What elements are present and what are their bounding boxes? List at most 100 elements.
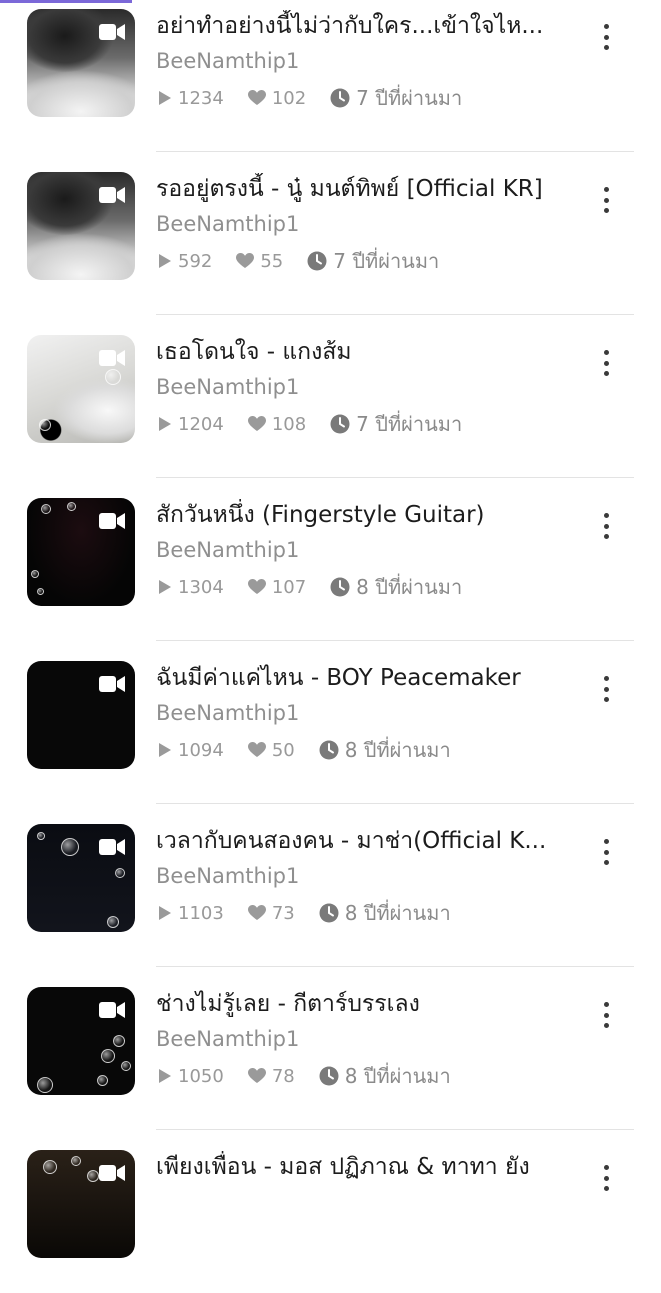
track-title[interactable]: สักวันหนึ่ง (Fingerstyle Guitar)	[156, 499, 566, 531]
track-stats: 592 55 7 ปีที่ผ่านมา	[158, 248, 439, 274]
heart-icon	[247, 579, 266, 594]
track-thumbnail[interactable]	[27, 661, 135, 769]
play-icon	[159, 743, 171, 757]
track-stats: 1204 108 7 ปีที่ผ่านมา	[158, 411, 462, 437]
track-item[interactable]: สักวันหนึ่ง (Fingerstyle Guitar) BeeNamt…	[0, 479, 661, 641]
track-thumbnail[interactable]	[27, 1150, 135, 1258]
track-title[interactable]: ช่างไม่รู้เลย - กีตาร์บรรเลง	[156, 988, 566, 1020]
track-item[interactable]: เธอโดนใจ - แกงส้ม BeeNamthip1 1204 108 7…	[0, 316, 661, 478]
upload-age: 8 ปีที่ผ่านมา	[344, 738, 451, 762]
track-thumbnail[interactable]	[27, 9, 135, 117]
track-author[interactable]: BeeNamthip1	[156, 46, 299, 76]
play-icon	[159, 1069, 171, 1083]
like-count: 108	[271, 413, 307, 435]
upload-age: 8 ปีที่ผ่านมา	[356, 575, 463, 599]
track-title[interactable]: อย่าทำอย่างนี้ไม่ว่ากับใคร...เข้าใจไห...	[156, 10, 566, 42]
track-stats: 1094 50 8 ปีที่ผ่านมา	[158, 737, 451, 763]
divider	[156, 151, 634, 152]
track-item[interactable]: เพียงเพื่อน - มอส ปฏิภาณ & ทาทา ยัง	[0, 1131, 661, 1293]
track-thumbnail[interactable]	[27, 335, 135, 443]
divider	[156, 477, 634, 478]
video-camera-icon	[99, 1165, 125, 1181]
divider	[156, 1129, 634, 1130]
clock-icon	[330, 577, 350, 597]
play-count: 592	[178, 250, 213, 272]
clock-icon	[319, 903, 339, 923]
clock-icon	[330, 414, 350, 434]
track-title[interactable]: รออยู่ตรงนี้ - นู๋ มนต์ทิพย์ [Official K…	[156, 173, 566, 205]
track-thumbnail[interactable]	[27, 172, 135, 280]
more-options-button[interactable]	[596, 1165, 616, 1191]
play-count: 1103	[178, 902, 224, 924]
heart-icon	[247, 742, 266, 757]
more-options-button[interactable]	[596, 187, 616, 213]
play-count: 1094	[178, 739, 224, 761]
track-author[interactable]: BeeNamthip1	[156, 1024, 299, 1054]
heart-icon	[247, 416, 266, 431]
more-options-button[interactable]	[596, 839, 616, 865]
track-item[interactable]: เวลากับคนสองคน - มาช่า(Official K... Bee…	[0, 805, 661, 967]
heart-icon	[247, 1068, 266, 1083]
track-thumbnail[interactable]	[27, 987, 135, 1095]
track-author[interactable]: BeeNamthip1	[156, 209, 299, 239]
track-title[interactable]: ฉันมีค่าแค่ไหน - BOY Peacemaker	[156, 662, 566, 694]
like-count: 78	[271, 1065, 295, 1087]
track-item[interactable]: รออยู่ตรงนี้ - นู๋ มนต์ทิพย์ [Official K…	[0, 153, 661, 315]
track-stats: 1234 102 7 ปีที่ผ่านมา	[158, 85, 462, 111]
heart-icon	[247, 905, 266, 920]
play-count: 1234	[178, 87, 224, 109]
upload-age: 7 ปีที่ผ่านมา	[333, 249, 440, 273]
video-camera-icon	[99, 1002, 125, 1018]
like-count: 50	[271, 739, 295, 761]
upload-age: 8 ปีที่ผ่านมา	[344, 1064, 451, 1088]
play-icon	[159, 906, 171, 920]
track-stats: 1103 73 8 ปีที่ผ่านมา	[158, 900, 451, 926]
track-author[interactable]: BeeNamthip1	[156, 535, 299, 565]
track-item[interactable]: ช่างไม่รู้เลย - กีตาร์บรรเลง BeeNamthip1…	[0, 968, 661, 1130]
like-count: 73	[271, 902, 295, 924]
play-icon	[159, 91, 171, 105]
more-options-button[interactable]	[596, 1002, 616, 1028]
track-item[interactable]: อย่าทำอย่างนี้ไม่ว่ากับใคร...เข้าใจไห...…	[0, 0, 661, 152]
track-stats: 1050 78 8 ปีที่ผ่านมา	[158, 1063, 451, 1089]
play-count: 1304	[178, 576, 224, 598]
divider	[156, 314, 634, 315]
heart-icon	[236, 253, 255, 268]
clock-icon	[319, 740, 339, 760]
video-camera-icon	[99, 350, 125, 366]
upload-age: 7 ปีที่ผ่านมา	[356, 86, 463, 110]
track-thumbnail[interactable]	[27, 824, 135, 932]
upload-age: 8 ปีที่ผ่านมา	[344, 901, 451, 925]
play-count: 1050	[178, 1065, 224, 1087]
play-icon	[159, 580, 171, 594]
upload-age: 7 ปีที่ผ่านมา	[356, 412, 463, 436]
more-options-button[interactable]	[596, 676, 616, 702]
track-thumbnail[interactable]	[27, 498, 135, 606]
track-title[interactable]: เวลากับคนสองคน - มาช่า(Official K...	[156, 825, 566, 857]
track-title[interactable]: เพียงเพื่อน - มอส ปฏิภาณ & ทาทา ยัง	[156, 1151, 566, 1183]
divider	[156, 803, 634, 804]
track-author[interactable]: BeeNamthip1	[156, 861, 299, 891]
like-count: 107	[271, 576, 307, 598]
more-options-button[interactable]	[596, 24, 616, 50]
track-item[interactable]: ฉันมีค่าแค่ไหน - BOY Peacemaker BeeNamth…	[0, 642, 661, 804]
video-camera-icon	[99, 839, 125, 855]
heart-icon	[247, 90, 266, 105]
track-author[interactable]: BeeNamthip1	[156, 698, 299, 728]
video-camera-icon	[99, 676, 125, 692]
more-options-button[interactable]	[596, 513, 616, 539]
track-stats: 1304 107 8 ปีที่ผ่านมา	[158, 574, 462, 600]
divider	[156, 640, 634, 641]
more-options-button[interactable]	[596, 350, 616, 376]
play-icon	[159, 417, 171, 431]
play-icon	[159, 254, 171, 268]
video-camera-icon	[99, 187, 125, 203]
video-camera-icon	[99, 513, 125, 529]
track-title[interactable]: เธอโดนใจ - แกงส้ม	[156, 336, 566, 368]
clock-icon	[319, 1066, 339, 1086]
divider	[156, 966, 634, 967]
play-count: 1204	[178, 413, 224, 435]
track-author[interactable]: BeeNamthip1	[156, 372, 299, 402]
like-count: 55	[260, 250, 284, 272]
clock-icon	[330, 88, 350, 108]
